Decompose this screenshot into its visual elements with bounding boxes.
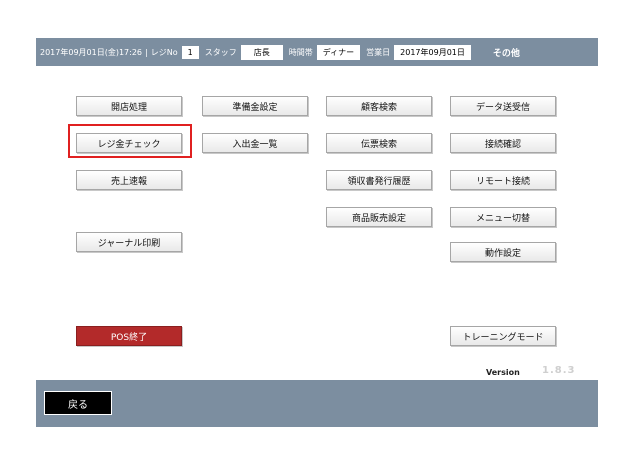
- separator: |: [145, 47, 148, 57]
- datetime-text: 2017年09月01日(金)17:26: [40, 47, 143, 57]
- customer-search-button[interactable]: 顧客検索: [326, 96, 432, 116]
- receipt-history-button[interactable]: 領収書発行履歴: [326, 170, 432, 190]
- slip-search-button[interactable]: 伝票検索: [326, 133, 432, 153]
- timezone-label: 時間帯: [288, 47, 313, 57]
- pos-end-button[interactable]: POS終了: [76, 326, 182, 346]
- training-mode-button[interactable]: トレーニングモード: [450, 326, 556, 346]
- timezone-value: ディナー: [316, 44, 361, 60]
- data-send-receive-button[interactable]: データ送受信: [450, 96, 556, 116]
- menu-switch-button[interactable]: メニュー切替: [450, 207, 556, 227]
- bottom-bar: 戻る: [36, 380, 598, 427]
- store-open-button[interactable]: 開店処理: [76, 96, 182, 116]
- operation-settings-button[interactable]: 動作設定: [450, 242, 556, 262]
- cash-inout-list-button[interactable]: 入出金一覧: [202, 133, 308, 153]
- connection-check-button[interactable]: 接続確認: [450, 133, 556, 153]
- selection-highlight: [68, 124, 192, 158]
- staff-label: スタッフ: [204, 47, 237, 57]
- business-day-value: 2017年09月01日: [394, 44, 471, 60]
- pos-window: 2017年09月01日(金)17:26 | レジNo 1 スタッフ 店長 時間帯…: [36, 38, 598, 427]
- version-value: 1.8.3: [542, 365, 576, 376]
- prep-money-button[interactable]: 準備金設定: [202, 96, 308, 116]
- journal-print-button[interactable]: ジャーナル印刷: [76, 232, 182, 252]
- staff-value: 店長: [240, 44, 283, 60]
- main-menu-area: 開店処理 レジ金チェック 売上速報 ジャーナル印刷 POS終了 準備金設定 入出…: [36, 66, 598, 380]
- business-day-label: 営業日: [366, 47, 391, 57]
- remote-connect-button[interactable]: リモート接続: [450, 170, 556, 190]
- version-label: Version: [486, 368, 520, 377]
- other-menu[interactable]: その他: [493, 46, 520, 59]
- register-number: 1: [181, 45, 199, 59]
- sales-report-button[interactable]: 売上速報: [76, 170, 182, 190]
- status-bar: 2017年09月01日(金)17:26 | レジNo 1 スタッフ 店長 時間帯…: [36, 38, 598, 66]
- product-sales-settings-button[interactable]: 商品販売設定: [326, 207, 432, 227]
- back-button[interactable]: 戻る: [44, 391, 112, 415]
- register-label: レジNo: [150, 47, 178, 57]
